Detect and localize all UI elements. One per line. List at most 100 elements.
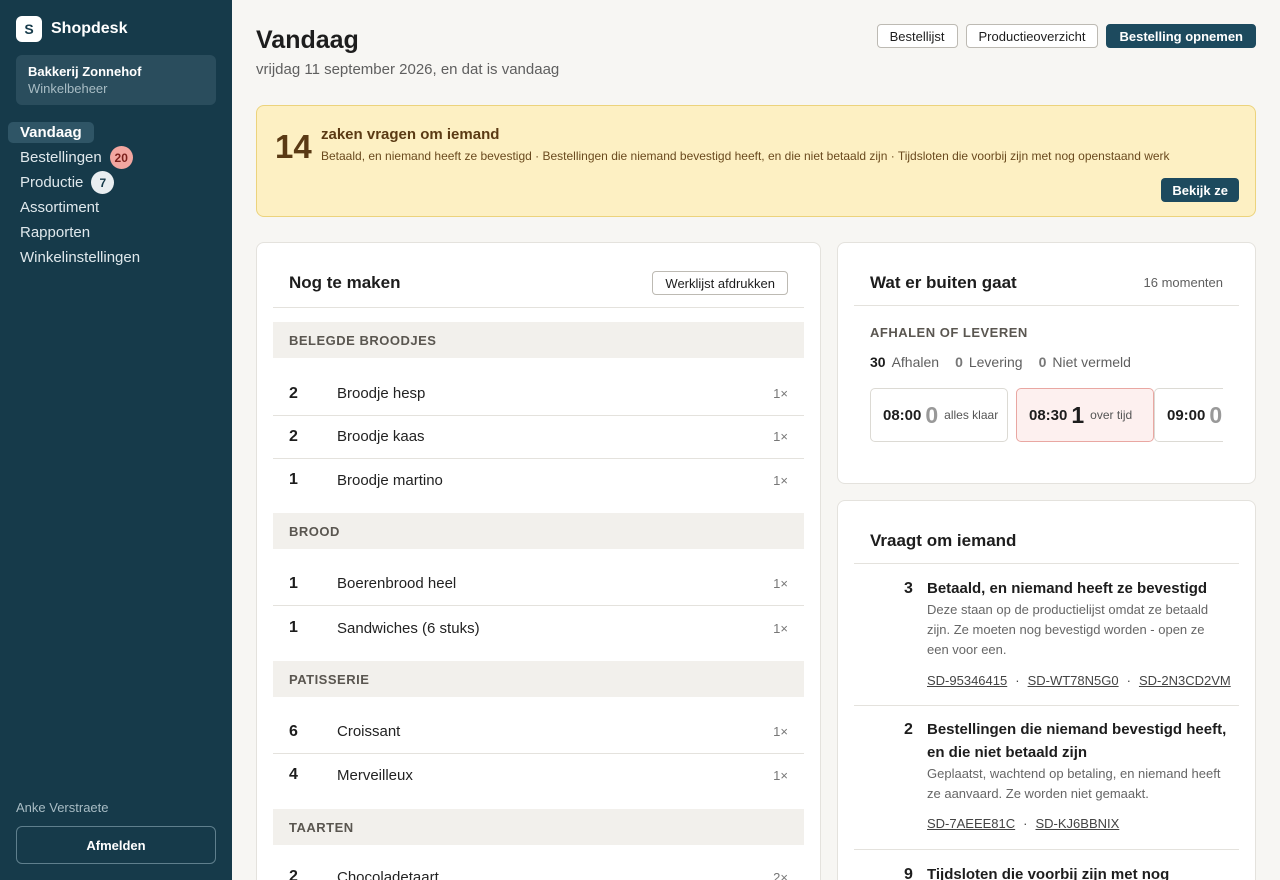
needs-attention-card: Vraagt om iemand 3 Betaald, en niemand h… [837, 500, 1256, 880]
logout-button[interactable]: Afmelden [16, 826, 216, 864]
stat-label: Niet vermeld [1052, 354, 1131, 370]
user-name: Anke Verstraete [16, 800, 109, 815]
list-item[interactable]: 2 Broodje hesp 1× [273, 372, 804, 416]
item-mult: 1× [773, 620, 788, 636]
attention-count: 9 [904, 866, 913, 880]
list-item[interactable]: 1 Boerenbrood heel 1× [273, 562, 804, 606]
nav-item-label: Bestellingen [20, 149, 102, 166]
nav-item-bestellingen[interactable]: Bestellingen 20 [8, 145, 224, 170]
stat-num: 0 [955, 354, 963, 370]
slot-time: 08:30 [1029, 406, 1068, 424]
item-qty: 1 [289, 619, 298, 636]
attention-item[interactable]: 3 Betaald, en niemand heeft ze bevestigd… [854, 573, 1239, 703]
fulfillment-stats: 30 Afhalen 0 Levering 0 Niet vermeld [870, 354, 1131, 370]
to-make-header: Nog te maken Werklijst afdrukken [273, 271, 804, 308]
item-mult: 2× [773, 869, 788, 880]
order-link[interactable]: SD-KJ6BBNIX [1036, 816, 1120, 831]
time-slot[interactable]: 09:00 0 [1154, 388, 1223, 442]
stat-num: 30 [870, 354, 886, 370]
alert-description: Betaald, en niemand heeft ze bevestigd ·… [321, 149, 1170, 163]
order-link[interactable]: SD-2N3CD2VM [1139, 673, 1231, 688]
list-item[interactable]: 6 Croissant 1× [273, 710, 804, 754]
item-name: Broodje kaas [337, 428, 425, 445]
nav-item-label: Vandaag [8, 122, 94, 143]
group-header: BROOD [273, 513, 804, 549]
outgoing-card: Wat er buiten gaat 16 momenten AFHALEN O… [837, 242, 1256, 484]
item-name: Broodje hesp [337, 385, 426, 402]
attention-title: Tijdsloten die voorbij zijn met nog [927, 866, 1170, 880]
nav-item-vandaag[interactable]: Vandaag [8, 120, 224, 145]
list-item[interactable]: 2 Broodje kaas 1× [273, 415, 804, 459]
outgoing-subtitle: AFHALEN OF LEVEREN [870, 325, 1028, 340]
attention-item[interactable]: 9 Tijdsloten die voorbij zijn met nog [854, 859, 1239, 880]
nav-item-label: Assortiment [20, 199, 100, 216]
header-actions: Bestellijst Productieoverzicht Bestellin… [876, 24, 1256, 48]
stat-label: Afhalen [891, 354, 940, 370]
slot-count: 1 [1071, 401, 1085, 428]
order-refs: SD-7AEEE81C · SD-KJ6BBNIX [927, 816, 1120, 831]
main-nav: Vandaag Bestellingen 20 Productie 7 Asso… [8, 120, 224, 270]
attention-title: Betaald, en niemand heeft ze bevestigd [927, 580, 1208, 597]
nav-item-assortiment[interactable]: Assortiment [8, 195, 224, 220]
production-overview-button[interactable]: Productieoverzicht [965, 24, 1099, 48]
item-qty: 6 [289, 722, 298, 740]
time-slot[interactable]: 08:30 1 over tijd [1016, 388, 1154, 442]
view-issues-button[interactable]: Bekijk ze [1161, 178, 1239, 202]
stat-pickup: 30 Afhalen [870, 354, 939, 370]
nav-item-winkelinstellingen[interactable]: Winkelinstellingen [8, 245, 224, 270]
new-order-button[interactable]: Bestelling opnemen [1106, 24, 1256, 48]
brand-logo-icon: S [16, 16, 42, 42]
nav-item-productie[interactable]: Productie 7 [8, 170, 224, 195]
count-badge: 20 [109, 146, 133, 169]
nav-item-rapporten[interactable]: Rapporten [8, 220, 224, 245]
attention-title: Bestellingen die niemand bevestigd heeft… [927, 721, 1227, 761]
attention-count: 2 [904, 721, 913, 738]
shop-switcher[interactable]: Bakkerij Zonnehof Winkelbeheer [16, 55, 216, 105]
item-qty: 2 [289, 384, 298, 402]
list-item[interactable]: 1 Sandwiches (6 stuks) 1× [273, 606, 804, 650]
list-item[interactable]: 4 Merveilleux 1× [273, 753, 804, 797]
group-header: TAARTEN [273, 809, 804, 845]
nav-item-label: Rapporten [20, 224, 91, 241]
nav-item-label: Winkelinstellingen [20, 249, 141, 266]
divider [854, 849, 1239, 850]
attention-alert: 14 zaken vragen om iemand Betaald, en ni… [256, 105, 1256, 217]
attention-description: Geplaatst, wachtend op betaling, en niem… [927, 766, 1221, 801]
item-qty: 4 [289, 766, 298, 783]
time-slot[interactable]: 08:00 0 alles klaar [870, 388, 1008, 442]
slot-time: 09:00 [1167, 406, 1206, 424]
moments-count: 16 momenten [1143, 275, 1224, 290]
brand-name: Shopdesk [51, 20, 128, 37]
item-mult: 1× [773, 724, 788, 739]
order-list-button[interactable]: Bestellijst [876, 24, 958, 48]
divider [854, 705, 1239, 706]
item-mult: 1× [773, 386, 788, 401]
order-link[interactable]: SD-WT78N5G0 [1028, 673, 1119, 688]
item-name: Croissant [337, 723, 401, 740]
attention-item[interactable]: 2 Bestellingen die niemand bevestigd hee… [854, 714, 1239, 844]
item-qty: 2 [289, 868, 298, 880]
order-link[interactable]: SD-95346415 [927, 673, 1007, 688]
shop-name: Bakkerij Zonnehof [28, 64, 142, 79]
item-name: Merveilleux [337, 766, 413, 784]
page-subtitle: vrijdag 11 september 2026, en dat is van… [256, 61, 560, 78]
item-qty: 2 [289, 427, 298, 445]
order-refs: SD-95346415 · SD-WT78N5G0 · SD-2N3CD2VM [927, 673, 1231, 688]
list-item[interactable]: 1 Broodje martino 1× [273, 458, 804, 502]
stat-delivery: 0 Levering [955, 354, 1023, 370]
to-make-card: Nog te maken Werklijst afdrukken BELEGDE… [256, 242, 821, 880]
outgoing-title: Wat er buiten gaat [870, 273, 1017, 292]
list-item[interactable]: 2 Chocoladetaart 2× [273, 855, 804, 880]
group-header: BELEGDE BROODJES [273, 322, 804, 358]
page-title: Vandaag [256, 26, 359, 54]
item-qty: 1 [289, 471, 298, 488]
attention-count: 3 [904, 580, 913, 597]
item-mult: 1× [773, 429, 788, 444]
slot-count: 0 [925, 401, 939, 428]
attention-description: Deze staan op de productielijst omdat ze… [927, 602, 1209, 657]
brand[interactable]: S Shopdesk [16, 16, 127, 42]
print-worklist-button[interactable]: Werklijst afdrukken [652, 271, 788, 295]
order-link[interactable]: SD-7AEEE81C [927, 816, 1015, 831]
count-badge: 7 [91, 171, 115, 194]
divider [854, 305, 1239, 306]
